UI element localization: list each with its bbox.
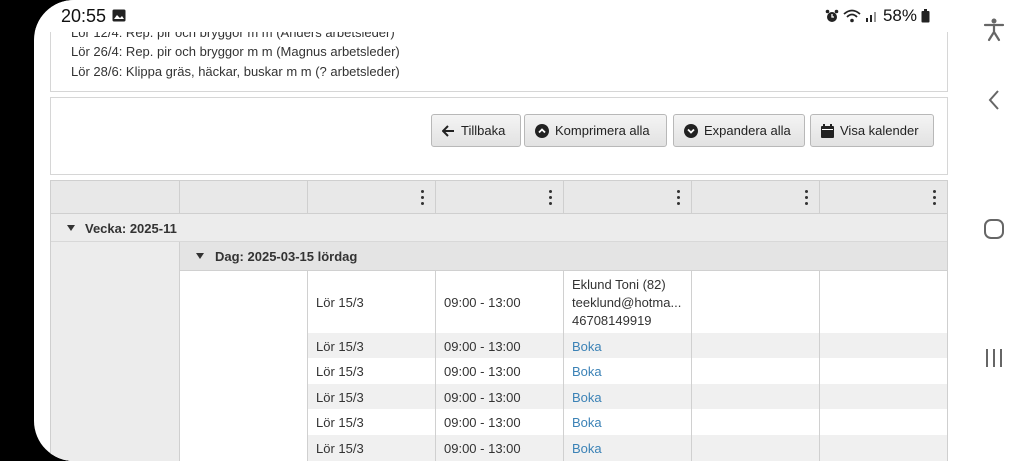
calendar-icon	[821, 123, 834, 138]
time-value: 09:00 - 13:00	[444, 390, 521, 405]
column-header	[692, 181, 820, 214]
table-row: Lör 15/3 09:00 - 13:00 Boka	[308, 435, 947, 461]
toolbar-panel: Tillbaka Komprimera alla Expandera alla …	[50, 97, 948, 175]
back-button[interactable]: Tillbaka	[431, 114, 521, 147]
collapse-all-label: Komprimera alla	[555, 123, 650, 138]
navigation-bar	[964, 0, 1024, 461]
chevron-up-circle-icon	[535, 123, 549, 138]
time-value: 09:00 - 13:00	[444, 441, 521, 456]
date-value: Lör 15/3	[316, 390, 364, 405]
book-link[interactable]: Boka	[572, 441, 602, 456]
time-value: 09:00 - 13:00	[444, 339, 521, 354]
time-value: 09:00 - 13:00	[444, 415, 521, 430]
week-indent	[51, 242, 180, 461]
column-header	[180, 181, 308, 214]
booking-cell: Eklund Toni (82) teeklund@hotma... 46708…	[564, 271, 692, 333]
date-value: Lör 15/3	[316, 295, 364, 310]
back-nav-button[interactable]	[980, 86, 1008, 114]
status-bar: 20:55 58%	[34, 0, 964, 32]
booking-grid: Vecka: 2025-11 Dag: 2025-03-15 lördag Lö…	[50, 180, 948, 461]
home-nav-button[interactable]	[980, 215, 1008, 243]
web-content: Lör 12/4: Rep. pir och bryggor m m (Ande…	[34, 0, 964, 461]
grid-header	[51, 181, 947, 214]
collapse-all-button[interactable]: Komprimera alla	[524, 114, 667, 147]
empty-cell	[820, 271, 947, 333]
date-value: Lör 15/3	[316, 339, 364, 354]
date-value: Lör 15/3	[316, 415, 364, 430]
column-menu-icon[interactable]	[933, 190, 937, 206]
home-square-icon	[984, 219, 1004, 239]
expand-all-label: Expandera alla	[704, 123, 791, 138]
battery-icon	[921, 9, 930, 23]
info-line: Lör 28/6: Klippa gräs, häckar, buskar m …	[71, 64, 400, 79]
time-value: 09:00 - 13:00	[444, 364, 521, 379]
show-calendar-button[interactable]: Visa kalender	[810, 114, 934, 147]
book-link[interactable]: Boka	[572, 339, 602, 354]
day-label: Dag: 2025-03-15 lördag	[215, 249, 358, 264]
column-header	[436, 181, 564, 214]
column-menu-icon[interactable]	[677, 190, 681, 206]
booker-phone: 46708149919	[572, 313, 652, 328]
wifi-icon	[843, 9, 861, 23]
accessibility-icon	[983, 18, 1005, 42]
image-notification-icon	[112, 9, 126, 22]
show-calendar-label: Visa kalender	[840, 123, 919, 138]
table-row: Lör 15/3 09:00 - 13:00 Boka	[308, 409, 947, 435]
phone-screen: Lör 12/4: Rep. pir och bryggor m m (Ande…	[34, 0, 964, 461]
recents-icon	[986, 349, 1002, 367]
table-row: Lör 15/3 09:00 - 13:00 Eklund Toni (82) …	[308, 271, 947, 333]
book-link[interactable]: Boka	[572, 390, 602, 405]
empty-cell	[692, 271, 820, 333]
table-row: Lör 15/3 09:00 - 13:00 Boka	[308, 384, 947, 409]
column-header	[564, 181, 692, 214]
week-group-row[interactable]: Vecka: 2025-11	[51, 214, 947, 242]
time-cell: 09:00 - 13:00	[436, 271, 564, 333]
date-value: Lör 15/3	[316, 441, 364, 456]
date-value: Lör 15/3	[316, 364, 364, 379]
clock: 20:55	[61, 6, 107, 26]
signal-icon	[865, 12, 876, 22]
booker-name: Eklund Toni (82)	[572, 277, 666, 292]
accessibility-button[interactable]	[980, 16, 1008, 44]
info-line: Lör 26/4: Rep. pir och bryggor m m (Magn…	[71, 44, 400, 59]
status-icons: 58%	[825, 6, 930, 26]
column-menu-icon[interactable]	[549, 190, 553, 206]
collapse-triangle-icon[interactable]	[196, 253, 204, 259]
battery-percent: 58%	[882, 6, 917, 25]
table-row: Lör 15/3 09:00 - 13:00 Boka	[308, 358, 947, 384]
column-header	[820, 181, 947, 214]
time-value: 09:00 - 13:00	[444, 295, 521, 310]
week-label: Vecka: 2025-11	[85, 221, 177, 236]
book-link[interactable]: Boka	[572, 415, 602, 430]
chevron-left-icon	[988, 90, 999, 110]
chevron-down-circle-icon	[684, 123, 698, 138]
expand-all-button[interactable]: Expandera alla	[673, 114, 805, 147]
booker-email: teeklund@hotma...	[572, 295, 682, 310]
arrow-left-icon	[442, 124, 454, 137]
table-row: Lör 15/3 09:00 - 13:00 Boka	[308, 333, 947, 358]
column-header	[51, 181, 180, 214]
day-indent	[180, 271, 308, 461]
day-group-row[interactable]: Dag: 2025-03-15 lördag	[180, 242, 947, 271]
column-header	[308, 181, 436, 214]
alarm-icon	[825, 9, 839, 22]
recents-nav-button[interactable]	[980, 344, 1008, 372]
collapse-triangle-icon[interactable]	[67, 225, 75, 231]
column-menu-icon[interactable]	[421, 190, 425, 206]
back-button-label: Tillbaka	[461, 123, 506, 138]
book-link[interactable]: Boka	[572, 364, 602, 379]
column-menu-icon[interactable]	[805, 190, 809, 206]
date-cell: Lör 15/3	[308, 271, 436, 333]
